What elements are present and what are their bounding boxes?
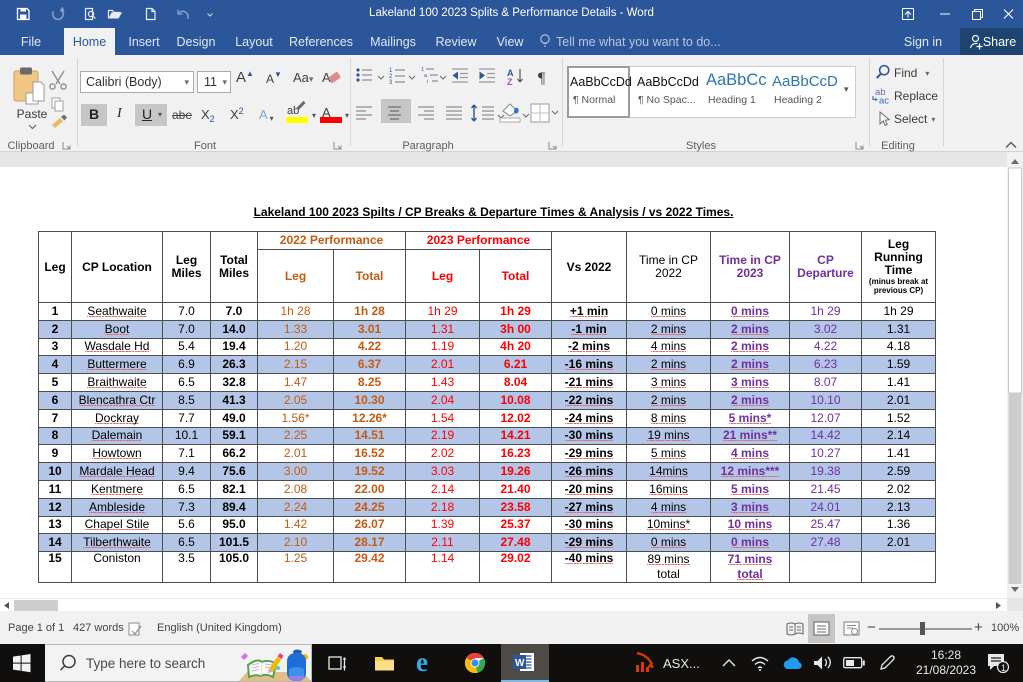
svg-text:W: W bbox=[515, 658, 525, 669]
svg-text:3: 3 bbox=[389, 80, 393, 86]
svg-text:ac: ac bbox=[879, 96, 889, 106]
svg-text:Z: Z bbox=[507, 77, 513, 87]
svg-text:¶: ¶ bbox=[538, 70, 546, 87]
svg-text:i: i bbox=[427, 79, 428, 85]
svg-text:1: 1 bbox=[1001, 663, 1006, 673]
